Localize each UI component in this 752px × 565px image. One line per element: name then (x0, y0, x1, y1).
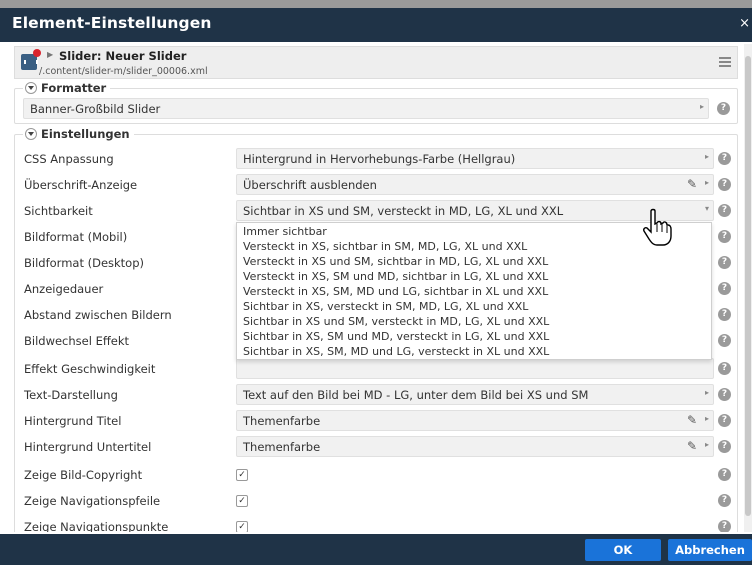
help-icon[interactable]: ? (718, 152, 731, 165)
resource-path: /.content/slider-m/slider_00006.xml (39, 66, 208, 77)
settings-legend[interactable]: Einstellungen (23, 127, 134, 141)
row-label-css: CSS Anpassung (24, 152, 114, 166)
element-settings-dialog: Element-Einstellungen × ▶ Slider: Neuer … (0, 0, 752, 565)
collapse-toggle-icon[interactable] (25, 128, 37, 140)
row-label-image-desktop: Bildformat (Desktop) (24, 256, 145, 270)
dropdown-option[interactable]: Versteckt in XS, SM und MD, sichtbar in … (243, 270, 548, 283)
title-bg-select[interactable]: Themenfarbe ✎ ▸ (236, 410, 714, 431)
text-display-select[interactable]: Text auf den Bild bei MD - LG, unter dem… (236, 384, 714, 405)
row-label-transition: Bildwechsel Effekt (24, 334, 130, 348)
visibility-dropdown-list: Immer sichtbar Versteckt in XS, sichtbar… (236, 222, 712, 360)
close-icon[interactable]: × (739, 16, 750, 31)
visibility-value: Sichtbar in XS und SM, versteckt in MD, … (243, 204, 564, 218)
help-icon[interactable]: ? (718, 494, 731, 507)
pencil-icon[interactable]: ✎ (687, 177, 697, 191)
cancel-button[interactable]: Abbrechen (668, 539, 752, 561)
dialog-title: Element-Einstellungen (12, 14, 212, 32)
settings-legend-label: Einstellungen (41, 127, 130, 141)
dropdown-option[interactable]: Sichtbar in XS, versteckt in SM, MD, LG,… (243, 300, 528, 313)
dialog-titlebar: Element-Einstellungen × (0, 8, 752, 42)
dropdown-option[interactable]: Versteckt in XS, SM, MD und LG, sichtbar… (243, 285, 548, 298)
dropdown-option[interactable]: Sichtbar in XS, SM, MD und LG, versteckt… (243, 345, 549, 358)
pencil-icon[interactable]: ✎ (687, 439, 697, 453)
collapse-toggle-icon[interactable] (25, 82, 37, 94)
ok-button[interactable]: OK (585, 539, 661, 561)
chevron-right-icon: ▸ (704, 178, 709, 187)
arrows-checkbox[interactable]: ✓ (236, 495, 248, 507)
subtitle-bg-value: Themenfarbe (243, 440, 321, 454)
row-label-title-bg: Hintergrund Titel (24, 414, 122, 428)
speed-select[interactable] (236, 358, 714, 379)
resource-title: Slider: Neuer Slider (59, 49, 187, 63)
help-icon[interactable]: ? (718, 230, 731, 243)
help-icon[interactable]: ? (718, 362, 731, 375)
help-icon[interactable]: ? (718, 388, 731, 401)
dropdown-option[interactable]: Sichtbar in XS, SM und MD, versteckt in … (243, 330, 549, 343)
row-label-image-mobile: Bildformat (Mobil) (24, 230, 128, 244)
dialog-footer: OK Abbrechen (0, 534, 752, 565)
help-icon[interactable]: ? (718, 204, 731, 217)
row-label-arrows: Zeige Navigationspfeile (24, 494, 161, 508)
heading-select[interactable]: Überschrift ausblenden ✎ ▸ (236, 174, 714, 195)
copyright-checkbox[interactable]: ✓ (236, 469, 248, 481)
pencil-icon[interactable]: ✎ (687, 413, 697, 427)
dialog-content: ▶ Slider: Neuer Slider /.content/slider-… (12, 42, 740, 532)
hand-pointer-cursor-icon (643, 208, 672, 246)
row-label-speed: Effekt Geschwindigkeit (24, 362, 156, 376)
row-label-heading: Überschrift-Anzeige (24, 178, 138, 192)
dots-checkbox[interactable]: ✓ (236, 521, 248, 532)
dropdown-option[interactable]: Versteckt in XS und SM, sichtbar in MD, … (243, 255, 548, 268)
caret-right-icon[interactable]: ▶ (47, 50, 53, 59)
help-icon[interactable]: ? (718, 308, 731, 321)
help-icon[interactable]: ? (718, 334, 731, 347)
formatter-select[interactable]: Banner-Großbild Slider ▸ (23, 98, 709, 119)
row-label-duration: Anzeigedauer (24, 282, 104, 296)
dropdown-option[interactable]: Sichtbar in XS und SM, versteckt in MD, … (243, 315, 549, 328)
row-label-spacing: Abstand zwischen Bildern (24, 308, 172, 322)
dropdown-option[interactable]: Immer sichtbar (243, 225, 327, 238)
resource-header: ▶ Slider: Neuer Slider /.content/slider-… (14, 46, 738, 79)
text-display-value: Text auf den Bild bei MD - LG, unter dem… (243, 388, 589, 402)
formatter-legend-label: Formatter (41, 81, 107, 95)
dropdown-option[interactable]: Versteckt in XS, sichtbar in SM, MD, LG,… (243, 240, 527, 253)
help-icon[interactable]: ? (718, 282, 731, 295)
help-icon[interactable]: ? (718, 440, 731, 453)
css-value: Hintergrund in Hervorhebungs-Farbe (Hell… (243, 152, 516, 166)
scrollbar-thumb[interactable] (745, 56, 751, 516)
help-icon[interactable]: ? (718, 256, 731, 269)
title-bg-value: Themenfarbe (243, 414, 321, 428)
subtitle-bg-select[interactable]: Themenfarbe ✎ ▸ (236, 436, 714, 457)
status-dot-icon (33, 49, 41, 57)
heading-value: Überschrift ausblenden (243, 178, 377, 192)
chevron-right-icon: ▸ (704, 440, 709, 449)
vertical-scrollbar[interactable] (744, 44, 752, 532)
chevron-right-icon: ▸ (699, 102, 704, 111)
chevron-right-icon: ▸ (704, 414, 709, 423)
row-label-dots: Zeige Navigationspunkte (24, 520, 169, 532)
chevron-right-icon: ▸ (704, 152, 709, 161)
menu-icon[interactable] (719, 57, 731, 67)
css-select[interactable]: Hintergrund in Hervorhebungs-Farbe (Hell… (236, 148, 714, 169)
row-label-subtitle-bg: Hintergrund Untertitel (24, 440, 152, 454)
help-icon[interactable]: ? (717, 102, 730, 115)
row-label-text-display: Text-Darstellung (24, 388, 118, 402)
row-label-visibility: Sichtbarkeit (24, 204, 93, 218)
formatter-value: Banner-Großbild Slider (30, 102, 161, 116)
help-icon[interactable]: ? (718, 468, 731, 481)
chevron-down-icon: ▾ (704, 204, 709, 213)
help-icon[interactable]: ? (718, 414, 731, 427)
row-label-copyright: Zeige Bild-Copyright (24, 468, 143, 482)
help-icon[interactable]: ? (718, 520, 731, 532)
formatter-legend[interactable]: Formatter (23, 81, 111, 95)
help-icon[interactable]: ? (718, 178, 731, 191)
formatter-fieldset: Formatter Banner-Großbild Slider ▸ ? (14, 81, 738, 124)
chevron-right-icon: ▸ (704, 388, 709, 397)
